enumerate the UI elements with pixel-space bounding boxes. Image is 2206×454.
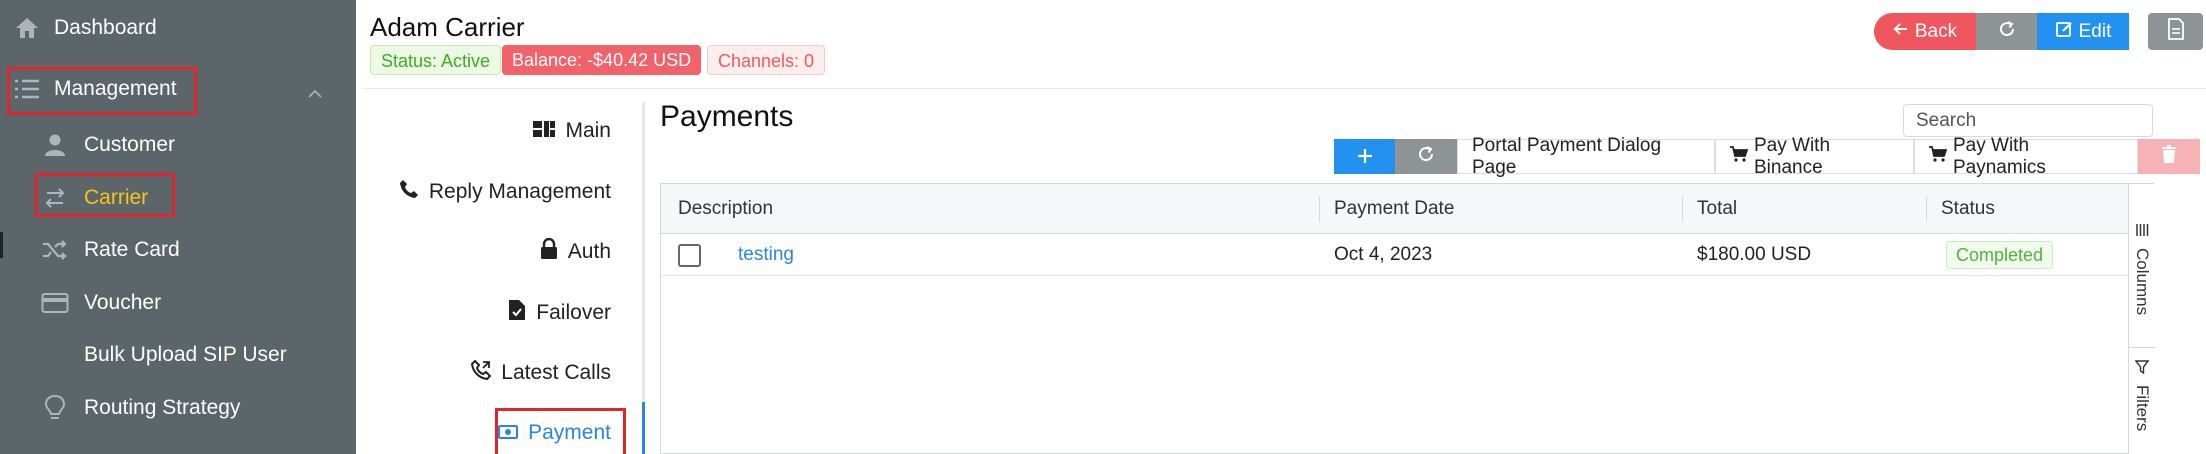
tab-label: Main [565,119,611,142]
tab-label: Failover [536,301,611,324]
shuffle-icon [40,235,70,265]
header-divider [362,88,2206,89]
main-content: Adam Carrier Status: Active Balance: -$4… [356,0,2206,454]
balance-badge: Balance: -$40.42 USD [502,45,702,75]
refresh-icon [1417,145,1435,169]
column-header-payment-date[interactable]: Payment Date [1334,184,1454,234]
columns-icon [2135,222,2149,242]
grid-header: Description Payment Date Total Status [661,184,2128,234]
arrow-left-icon [1893,21,1909,43]
filter-icon [2134,359,2150,379]
sidebar-item-label: Rate Card [84,238,180,261]
add-payment-button[interactable] [1334,139,1395,174]
sidebar: Dashboard Management Customer Carrier Ra… [0,0,356,454]
portal-payment-button[interactable]: Portal Payment Dialog Page [1457,135,1715,178]
payment-description-link[interactable]: testing [738,234,794,276]
column-divider[interactable] [1682,196,1683,222]
tab-failover[interactable]: Failover [508,293,611,333]
highlight-payment [495,408,626,454]
column-header-total[interactable]: Total [1697,184,1737,234]
tab-label: Auth [567,240,611,263]
columns-tab[interactable]: Columns [2129,222,2155,348]
channels-badge: Channels: 0 [707,45,826,75]
filters-tab[interactable]: Filters [2129,359,2155,454]
header-actions: Back Edit [1874,13,2129,50]
sidebar-item-label: Voucher [84,291,162,314]
payments-title: Payments [660,100,794,133]
payments-grid: Description Payment Date Total Status te… [660,183,2155,454]
back-button[interactable]: Back [1874,13,1976,50]
refresh-payments-button[interactable] [1395,139,1457,174]
tab-reply-management[interactable]: Reply Management [399,172,611,212]
page-title: Adam Carrier [370,12,525,42]
tab-label: Reply Management [428,180,611,203]
column-header-status[interactable]: Status [1941,184,1995,234]
detail-tabs: Main Reply Management Auth Failover Late… [356,102,644,454]
column-divider[interactable] [1319,196,1320,222]
search-input[interactable] [1903,104,2153,137]
sidebar-item-bulk-upload[interactable]: Bulk Upload SIP User [84,329,287,381]
status-badge: Completed [1946,241,2054,269]
active-tab-indicator [642,402,645,454]
sidebar-item-label: Routing Strategy [84,396,241,419]
status-badge: Status: Active [370,45,502,75]
bulb-icon [40,393,70,423]
tab-main[interactable]: Main [533,111,611,151]
delete-button[interactable] [2138,139,2200,174]
pay-paynamics-button[interactable]: Pay With Paynamics [1914,135,2138,178]
sidebar-item-rate-card[interactable]: Rate Card [40,224,180,276]
scroll-marker [0,232,3,258]
edit-label: Edit [2078,20,2112,42]
edit-icon [2055,20,2073,44]
pay-binance-button[interactable]: Pay With Binance [1715,135,1914,178]
table-row[interactable]: testing Oct 4, 2023 $180.00 USD Complete… [661,234,2128,276]
phone-icon [399,179,419,205]
tab-auth[interactable]: Auth [540,232,611,272]
filters-tab-label: Filters [2133,385,2152,432]
tab-label: Latest Calls [501,361,611,384]
sidebar-item-routing-strategy[interactable]: Routing Strategy [40,382,240,434]
sidebar-item-label: Dashboard [54,16,157,39]
edit-button[interactable]: Edit [2037,13,2129,50]
lock-icon [540,237,558,266]
sidebar-item-dashboard[interactable]: Dashboard [12,2,157,54]
column-divider[interactable] [1926,196,1927,222]
grid-icon [533,119,556,143]
user-icon [40,130,70,160]
highlight-carrier [35,173,175,217]
row-checkbox[interactable] [678,244,701,267]
file-icon [508,299,526,327]
document-button[interactable] [2148,13,2203,50]
phone-log-icon [471,359,492,386]
columns-tab-label: Columns [2133,248,2152,316]
refresh-button[interactable] [1976,13,2037,50]
plus-icon [1357,143,1373,171]
portal-payment-label: Portal Payment Dialog Page [1472,134,1662,178]
pay-binance-label: Pay With Binance [1754,134,1831,178]
payments-toolbar: Portal Payment Dialog Page Pay With Bina… [1334,135,2200,178]
pay-paynamics-label: Pay With Paynamics [1953,134,2046,178]
payment-date: Oct 4, 2023 [1334,244,1433,265]
home-icon [12,13,42,43]
cart-icon [1929,145,1948,168]
column-header-description[interactable]: Description [678,184,773,234]
trash-icon [2161,144,2177,169]
cart-icon [1730,145,1749,168]
sidebar-item-label: Bulk Upload SIP User [84,343,287,366]
highlight-management [7,67,197,115]
sidebar-item-customer[interactable]: Customer [40,119,175,171]
grid-side-panel: Columns Filters [2128,184,2155,454]
sidebar-item-voucher[interactable]: Voucher [40,277,161,329]
sidebar-item-label: Customer [84,133,176,156]
card-icon [40,288,70,318]
chevron-up-icon [307,81,323,105]
back-label: Back [1914,20,1958,42]
refresh-icon [1998,20,2016,44]
document-icon [2167,17,2185,46]
payment-total: $180.00 USD [1697,244,1812,265]
tab-latest-calls[interactable]: Latest Calls [471,353,611,393]
